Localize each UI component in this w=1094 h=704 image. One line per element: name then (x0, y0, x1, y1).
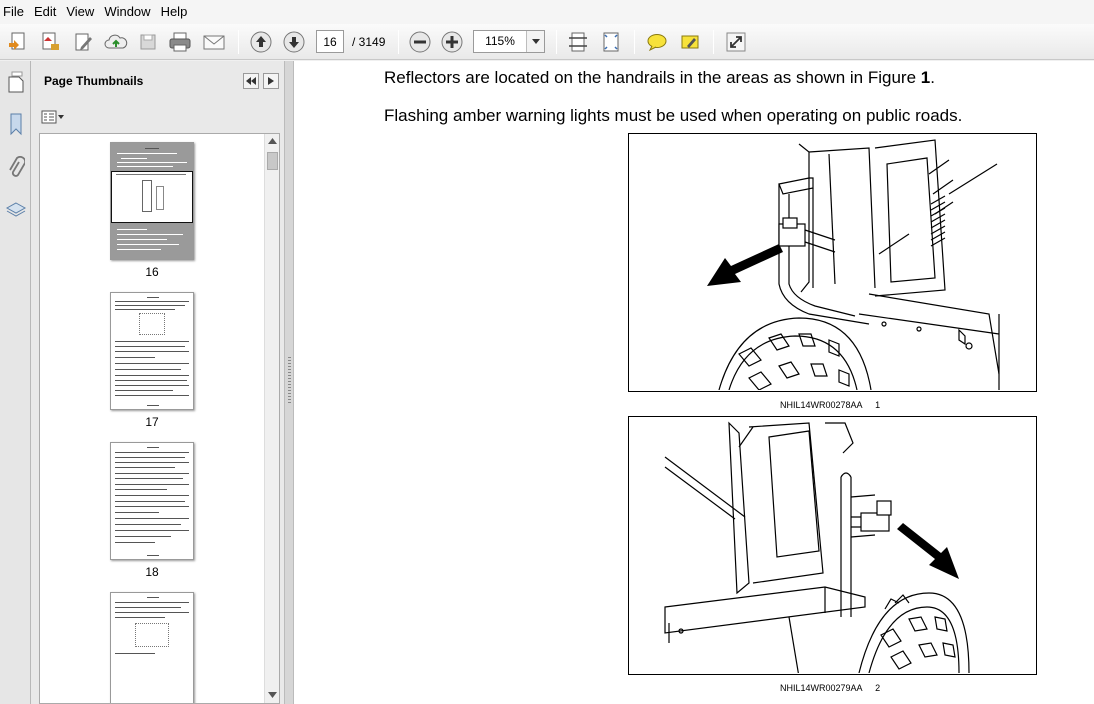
scroll-up-icon (268, 138, 277, 144)
collapse-left-icon[interactable] (243, 73, 259, 89)
cloud-upload-icon[interactable] (102, 28, 130, 56)
menu-window[interactable]: Window (100, 0, 156, 24)
toolbar: / 3149 115% (0, 24, 1094, 60)
thumbnail-viewport[interactable] (111, 171, 193, 223)
thumbnail-label: 17 (145, 415, 159, 429)
fit-width-icon[interactable] (597, 28, 625, 56)
thumbnails-header: Page Thumbnails (31, 61, 284, 101)
toolbar-separator (713, 30, 714, 54)
scroll-down-icon (268, 692, 277, 698)
panel-title: Page Thumbnails (44, 74, 144, 88)
thumbnail-list: 16 17 18 (39, 133, 280, 704)
page-number-input[interactable] (316, 30, 344, 53)
thumbnail-scrollbar[interactable] (264, 134, 279, 703)
previous-page-icon[interactable] (247, 28, 275, 56)
zoom-out-icon[interactable] (406, 28, 434, 56)
thumbnail-label: 18 (145, 565, 159, 579)
thumbnail-text (115, 227, 189, 257)
menu-bar: File Edit View Window Help (0, 0, 1094, 24)
navigation-pane (0, 61, 31, 704)
zoom-value: 115% (485, 34, 515, 48)
next-page-icon[interactable] (280, 28, 308, 56)
comment-icon[interactable] (643, 28, 671, 56)
layers-icon[interactable] (3, 197, 28, 222)
toolbar-separator (238, 30, 239, 54)
toolbar-separator (556, 30, 557, 54)
edit-pdf-icon[interactable] (70, 28, 98, 56)
fit-page-icon[interactable] (564, 28, 592, 56)
menu-file[interactable]: File (0, 0, 30, 24)
print-icon[interactable] (166, 28, 194, 56)
thumbnail-page-19[interactable] (110, 592, 194, 703)
figure-2-caption: NHIL14WR00279AA 2 (780, 683, 881, 693)
attachment-icon[interactable] (3, 155, 28, 180)
scroll-thumb[interactable] (267, 152, 278, 170)
page-total: / 3149 (352, 35, 386, 49)
document-view[interactable]: Reflectors are located on the handrails … (294, 61, 1094, 704)
email-icon[interactable] (200, 28, 228, 56)
splitter-grip[interactable] (288, 357, 291, 405)
menu-edit[interactable]: Edit (30, 0, 62, 24)
thumbnail-text (115, 147, 189, 169)
zoom-select[interactable]: 115% (473, 30, 545, 53)
thumbnail-page-18[interactable] (110, 442, 194, 560)
panel-splitter[interactable] (284, 61, 294, 704)
menu-view[interactable]: View (62, 0, 100, 24)
bookmark-icon[interactable] (3, 111, 28, 136)
figure-2-image (628, 416, 1037, 675)
zoom-in-icon[interactable] (438, 28, 466, 56)
highlight-icon[interactable] (676, 28, 704, 56)
toolbar-separator (398, 30, 399, 54)
chevron-down-icon[interactable] (526, 31, 544, 52)
doc-paragraph-1: Reflectors are located on the handrails … (384, 68, 935, 87)
figure-1-image (628, 133, 1037, 392)
export-pdf-icon[interactable] (36, 28, 64, 56)
thumbnails-panel: Page Thumbnails 16 17 18 (31, 61, 284, 704)
thumbnail-page-16[interactable] (110, 142, 194, 260)
menu-help[interactable]: Help (157, 0, 194, 24)
toolbar-separator (634, 30, 635, 54)
doc-paragraph-2: Flashing amber warning lights must be us… (384, 106, 963, 125)
page-thumbnails-icon[interactable] (3, 69, 28, 94)
save-icon[interactable] (134, 28, 162, 56)
thumbnail-page-17[interactable] (110, 292, 194, 410)
figure-1-caption: NHIL14WR00278AA 1 (780, 400, 881, 410)
thumbnail-options-icon[interactable] (41, 109, 67, 125)
collapse-right-icon[interactable] (263, 73, 279, 89)
thumbnail-label: 16 (145, 265, 159, 279)
create-pdf-icon[interactable] (4, 28, 32, 56)
expand-icon[interactable] (722, 28, 750, 56)
